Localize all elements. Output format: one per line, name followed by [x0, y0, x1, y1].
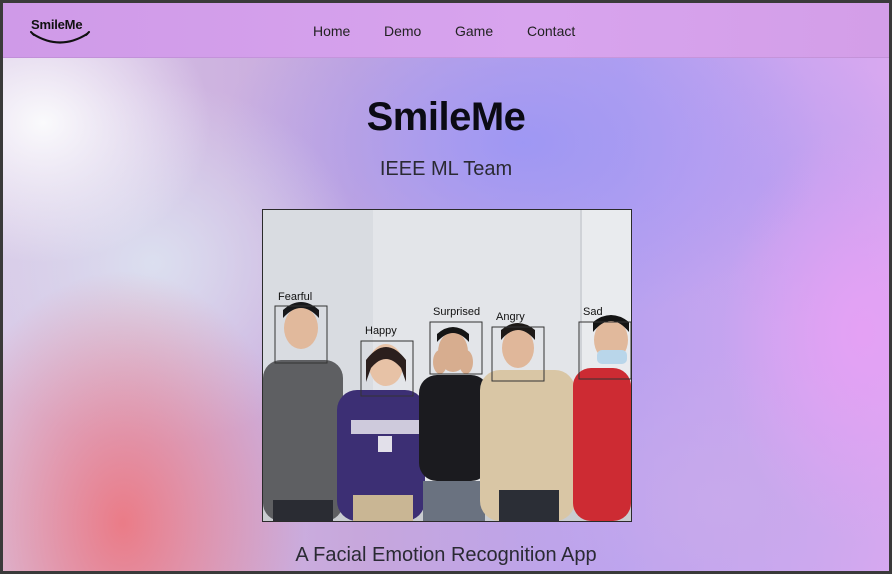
nav-link-game[interactable]: Game — [455, 23, 493, 39]
hero-tagline: A Facial Emotion Recognition App — [295, 544, 597, 566]
team-photo: Fearful Happy Surprised Angry Sad — [262, 209, 632, 522]
team-photo-illustration: Fearful Happy Surprised Angry Sad — [263, 210, 631, 521]
hero-subtitle: IEEE ML Team — [379, 158, 513, 180]
emotion-label-angry: Angry — [496, 311, 525, 323]
browser-viewport: SmileMe Home Demo Game Contact SmileMe I… — [3, 3, 889, 571]
emotion-label-happy: Happy — [365, 325, 397, 337]
nav-link-home[interactable]: Home — [313, 23, 350, 39]
logo[interactable]: SmileMe — [25, 13, 95, 53]
smile-icon — [30, 31, 90, 44]
hero-title: SmileMe — [366, 95, 526, 139]
emotion-label-sad: Sad — [583, 306, 603, 318]
emotion-label-fearful: Fearful — [278, 291, 312, 303]
navbar: SmileMe Home Demo Game Contact — [3, 3, 889, 58]
logo-text: SmileMe — [31, 17, 83, 32]
emotion-label-surprised: Surprised — [433, 306, 480, 318]
nav-link-contact[interactable]: Contact — [527, 23, 575, 39]
nav-link-demo[interactable]: Demo — [384, 23, 421, 39]
